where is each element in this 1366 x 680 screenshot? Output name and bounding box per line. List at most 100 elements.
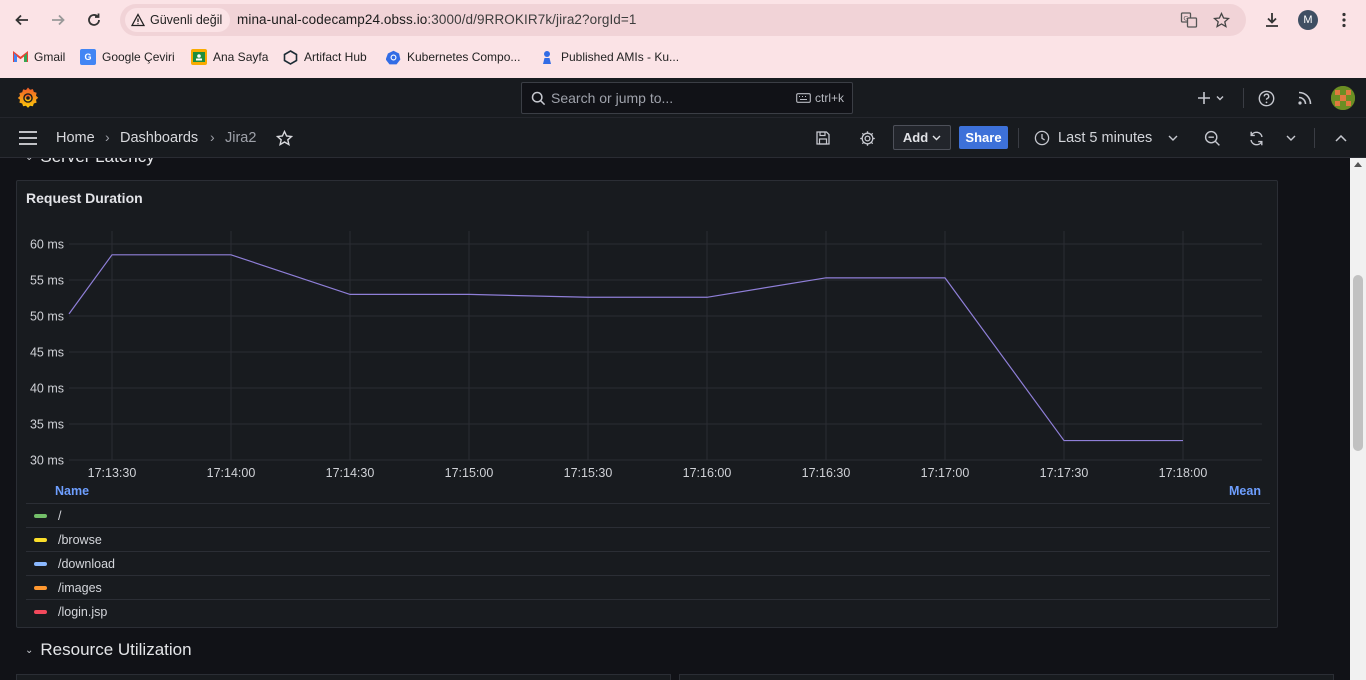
legend-item[interactable]: /download (26, 551, 1270, 575)
dashboard-toolbar: Home › Dashboards › Jira2 Add Share Last… (0, 118, 1366, 158)
bookmark-artifact-hub[interactable]: Artifact Hub (282, 48, 367, 66)
row-title-text: Resource Utilization (40, 640, 192, 659)
bookmark-label: Published AMIs - Ku... (561, 50, 680, 64)
legend-name-header[interactable]: Name (55, 484, 89, 498)
grafana-logo-icon[interactable] (16, 86, 40, 110)
dashboard-content: ⌄ Server Latency Request Duration 30 ms3… (0, 158, 1350, 680)
translate-button[interactable]: G (1179, 10, 1199, 30)
x-tick-label: 17:17:30 (1040, 466, 1089, 480)
breadcrumb-separator: › (210, 129, 215, 145)
y-tick-label: 45 ms (30, 346, 64, 360)
bookmark-label: Artifact Hub (304, 50, 367, 64)
legend-item[interactable]: / (26, 503, 1270, 527)
forward-button[interactable] (46, 8, 70, 32)
bookmark-google-translate[interactable]: G Google Çeviri (80, 48, 175, 66)
news-button[interactable] (1295, 88, 1315, 108)
bookmark-published-amis[interactable]: Published AMIs - Ku... (539, 48, 679, 66)
legend-item[interactable]: /browse (26, 527, 1270, 551)
share-button[interactable]: Share (959, 126, 1008, 149)
legend-label: / (58, 508, 62, 523)
scroll-thumb[interactable] (1353, 275, 1363, 451)
row-title-text: Server Latency (40, 158, 154, 167)
page-scrollbar[interactable] (1350, 158, 1366, 680)
breadcrumb-separator: › (105, 129, 110, 145)
download-icon (1266, 13, 1278, 27)
search-shortcut: ctrl+k (796, 91, 844, 105)
breadcrumb-home[interactable]: Home (56, 130, 95, 146)
keyboard-icon (796, 93, 811, 103)
y-tick-label: 50 ms (30, 310, 64, 324)
avatar-icon (1331, 86, 1355, 110)
help-icon (1258, 90, 1274, 106)
url-text[interactable]: mina-unal-codecamp24.obss.io:3000/d/9RRO… (237, 12, 637, 27)
security-chip[interactable]: Güvenli değil (125, 8, 231, 32)
user-avatar[interactable] (1331, 86, 1355, 110)
search-bar[interactable]: Search or jump to... ctrl+k (521, 82, 853, 114)
x-tick-label: 17:15:30 (564, 466, 613, 480)
plus-icon (1198, 92, 1224, 104)
divider (1018, 128, 1019, 148)
legend-item[interactable]: /login.jsp (26, 599, 1270, 623)
breadcrumb-dashboards[interactable]: Dashboards (120, 130, 198, 146)
save-dashboard-button[interactable] (813, 125, 833, 151)
collapse-toolbar-button[interactable] (1333, 125, 1349, 151)
zoom-out-button[interactable] (1203, 125, 1221, 151)
time-series-plot[interactable]: 30 ms 35 ms 40 ms 45 ms 50 ms 55 ms 60 ms 17:13… (17, 181, 1279, 491)
legend-label: /browse (58, 532, 102, 547)
legend-item[interactable]: /images (26, 575, 1270, 599)
chevron-down-icon (932, 135, 941, 140)
artifact-hub-icon (282, 49, 298, 65)
help-button[interactable] (1256, 88, 1276, 108)
row-resource-utilization[interactable]: ⌄ Resource Utilization (25, 640, 192, 660)
x-tick-label: 17:13:30 (88, 466, 137, 480)
bookmark-kubernetes[interactable]: Kubernetes Compo... (385, 48, 520, 66)
refresh-interval-dropdown[interactable] (1284, 125, 1298, 151)
bookmark-label: Kubernetes Compo... (407, 50, 521, 64)
reload-icon (88, 13, 100, 26)
grafana-top-bar: Search or jump to... ctrl+k (0, 78, 1366, 118)
search-icon (531, 91, 546, 106)
time-range-picker[interactable]: Last 5 minutes (1034, 125, 1178, 151)
security-label: Güvenli değil (150, 13, 223, 27)
dashboard-settings-button[interactable] (857, 125, 877, 151)
legend-swatch (34, 609, 47, 614)
bookmark-gmail[interactable]: Gmail (12, 48, 65, 66)
x-tick-label: 17:16:30 (802, 466, 851, 480)
omnibox[interactable]: Güvenli değil mina-unal-codecamp24.obss.… (120, 4, 1246, 36)
add-button[interactable]: Add (893, 125, 951, 150)
legend-swatch (34, 561, 47, 566)
forward-arrow-icon (52, 14, 65, 26)
bookmark-star-button[interactable] (1211, 10, 1231, 30)
zoom-out-icon (1204, 130, 1220, 146)
y-tick-label: 60 ms (30, 238, 64, 252)
back-button[interactable] (10, 8, 34, 32)
star-icon (1212, 11, 1230, 28)
search-placeholder: Search or jump to... (551, 90, 674, 106)
chevron-up-icon (1335, 134, 1347, 142)
hamburger-menu-icon (19, 131, 37, 145)
reload-button[interactable] (82, 8, 106, 32)
mark-favorite-button[interactable] (274, 125, 294, 151)
panel-memory-partial[interactable] (679, 674, 1334, 680)
add-label: Add (902, 130, 929, 145)
y-tick-label: 30 ms (30, 454, 64, 468)
panel-request-duration[interactable]: Request Duration 30 ms 35 ms 40 ms 45 ms 50 … (16, 180, 1278, 628)
bookmark-label: Google Çeviri (102, 50, 175, 64)
warning-icon (131, 13, 145, 27)
panel-cpu-partial[interactable] (16, 674, 671, 680)
row-server-latency[interactable]: ⌄ Server Latency (25, 158, 155, 167)
menu-toggle-button[interactable] (18, 130, 38, 151)
bookmark-ana-sayfa[interactable]: Ana Sayfa (191, 48, 268, 66)
new-menu-button[interactable] (1197, 88, 1227, 108)
gear-icon (859, 130, 875, 146)
browser-menu-button[interactable] (1333, 9, 1355, 31)
legend-mean-header[interactable]: Mean (1229, 484, 1261, 498)
refresh-button[interactable] (1246, 125, 1266, 151)
chevron-down-icon: ⌄ (25, 158, 33, 163)
url-path: :3000/d/9RROKIR7k/jira2?orgId=1 (427, 12, 637, 27)
downloads-button[interactable] (1261, 9, 1283, 31)
profile-avatar[interactable]: M (1298, 10, 1318, 30)
x-tick-label: 17:17:00 (921, 466, 970, 480)
legend-swatch (34, 513, 47, 518)
scroll-up-arrow-icon[interactable] (1354, 162, 1362, 167)
